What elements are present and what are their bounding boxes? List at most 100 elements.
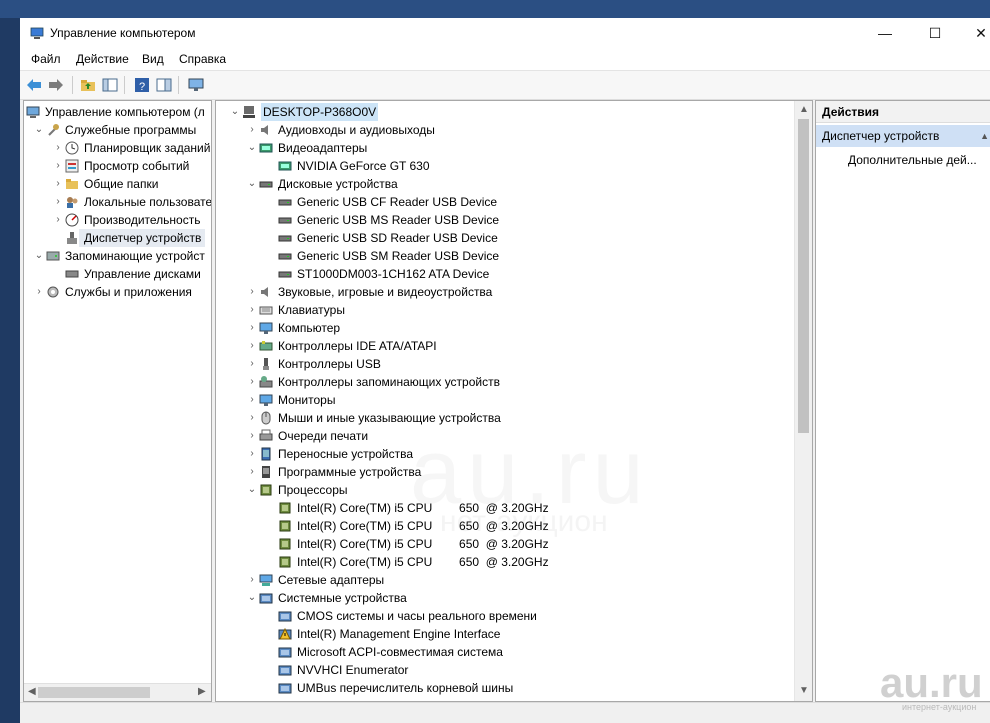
system-device-icon: [259, 593, 273, 604]
scroll-left-icon[interactable]: ◀: [28, 686, 36, 697]
close-button[interactable]: ✕: [958, 18, 990, 48]
chevron-down-icon[interactable]: ⌄: [33, 121, 45, 139]
scroll-thumb[interactable]: [798, 119, 809, 433]
row-label: Общие папки: [84, 177, 159, 191]
row-icon: [259, 573, 273, 587]
scan-hardware-button[interactable]: [186, 75, 206, 95]
scroll-down-icon[interactable]: ▼: [799, 685, 809, 696]
device-item[interactable]: › Мониторы: [216, 391, 812, 409]
device-item[interactable]: Generic USB SM Reader USB Device: [216, 247, 812, 265]
device-item[interactable]: ⌄ Системные устройства: [216, 589, 812, 607]
tree-item[interactable]: › Общие папки: [24, 175, 211, 193]
tree-item[interactable]: › Локальные пользовате: [24, 193, 211, 211]
chevron-right-icon[interactable]: ›: [52, 157, 64, 175]
device-item[interactable]: ST1000DM003-1CH162 ATA Device: [216, 265, 812, 283]
show-hide-tree-button[interactable]: [100, 75, 120, 95]
chevron-down-icon[interactable]: ⌄: [33, 247, 45, 265]
chevron-down-icon[interactable]: ⌄: [246, 589, 258, 607]
chevron-right-icon[interactable]: ›: [52, 175, 64, 193]
minimize-button[interactable]: —: [862, 18, 908, 48]
device-item[interactable]: Microsoft ACPI-совместимая система: [216, 643, 812, 661]
chevron-right-icon[interactable]: ›: [52, 139, 64, 157]
device-item[interactable]: Generic USB MS Reader USB Device: [216, 211, 812, 229]
menu-file[interactable]: Файл: [31, 52, 61, 66]
chevron-right-icon[interactable]: ›: [246, 445, 258, 463]
display-adapter-icon: [259, 143, 273, 153]
chevron-right-icon[interactable]: ›: [246, 337, 258, 355]
vertical-scrollbar[interactable]: ▲ ▼: [794, 101, 812, 701]
menu-help[interactable]: Справка: [179, 52, 226, 66]
menu-action[interactable]: Действие: [76, 52, 129, 66]
properties-button[interactable]: [154, 75, 174, 95]
tree-item[interactable]: › Планировщик заданий: [24, 139, 211, 157]
show-hide-tree-icon: [102, 78, 118, 92]
chevron-right-icon[interactable]: ›: [246, 463, 258, 481]
device-item[interactable]: NVIDIA GeForce GT 630: [216, 157, 812, 175]
au-logo-subtitle: интернет-аукцион: [902, 702, 977, 712]
chevron-down-icon[interactable]: ⌄: [246, 139, 258, 157]
chevron-right-icon[interactable]: ›: [246, 121, 258, 139]
tree-item[interactable]: ⌄ Запоминающие устройст: [24, 247, 211, 265]
tree-item[interactable]: Управление компьютером (л: [24, 103, 211, 121]
device-item[interactable]: › Контроллеры запоминающих устройств: [216, 373, 812, 391]
maximize-button[interactable]: ☐: [912, 18, 958, 48]
device-item[interactable]: › Звуковые, игровые и видеоустройства: [216, 283, 812, 301]
device-item[interactable]: › Клавиатуры: [216, 301, 812, 319]
horizontal-scrollbar[interactable]: ◀ ▶: [24, 683, 211, 701]
tree-item[interactable]: › Производительность: [24, 211, 211, 229]
device-item[interactable]: › Сетевые адаптеры: [216, 571, 812, 589]
chevron-right-icon[interactable]: ›: [246, 391, 258, 409]
forward-button[interactable]: [46, 75, 66, 95]
title-bar[interactable]: Управление компьютером — ☐ ✕: [20, 18, 990, 48]
chevron-down-icon[interactable]: ⌄: [229, 103, 241, 121]
tree-item[interactable]: Управление дисками: [24, 265, 211, 283]
scroll-right-icon[interactable]: ▶: [198, 686, 206, 697]
actions-section-device-manager[interactable]: Диспетчер устройств ▲: [816, 125, 990, 147]
chevron-right-icon[interactable]: ›: [246, 373, 258, 391]
chevron-right-icon[interactable]: ›: [246, 319, 258, 337]
chevron-right-icon[interactable]: ›: [246, 283, 258, 301]
menu-view[interactable]: Вид: [142, 52, 164, 66]
row-label: Управление компьютером (л: [45, 105, 205, 119]
scroll-thumb[interactable]: [38, 687, 150, 698]
tree-item[interactable]: Диспетчер устройств: [24, 229, 211, 247]
device-item[interactable]: Intel(R) Core(TM) i5 CPU 650 @ 3.20GHz: [216, 553, 812, 571]
chevron-down-icon[interactable]: ⌄: [246, 175, 258, 193]
device-item[interactable]: NVVHCI Enumerator: [216, 661, 812, 679]
device-item[interactable]: › Аудиовходы и аудиовыходы: [216, 121, 812, 139]
computer-mgmt-icon: [26, 106, 40, 118]
device-item[interactable]: Intel(R) Management Engine Interface: [216, 625, 812, 643]
more-actions-link[interactable]: Дополнительные дей...: [848, 149, 977, 171]
chevron-right-icon[interactable]: ›: [246, 427, 258, 445]
row-label: Intel(R) Core(TM) i5 CPU 650 @ 3.20GHz: [297, 555, 549, 569]
device-item[interactable]: UMBus перечислитель корневой шины: [216, 679, 812, 697]
help-button[interactable]: ?: [132, 75, 152, 95]
tree-item[interactable]: › Службы и приложения: [24, 283, 211, 301]
device-item[interactable]: › Компьютер: [216, 319, 812, 337]
device-item[interactable]: ⌄ Видеоадаптеры: [216, 139, 812, 157]
device-item[interactable]: ⌄ DESKTOP-P368O0V: [216, 103, 812, 121]
collapse-icon[interactable]: ▲: [980, 125, 989, 147]
chevron-right-icon[interactable]: ›: [52, 211, 64, 229]
chevron-right-icon[interactable]: ›: [33, 283, 45, 301]
row-label: UMBus перечислитель корневой шины: [297, 681, 514, 695]
up-folder-button[interactable]: [78, 75, 98, 95]
chevron-right-icon[interactable]: ›: [246, 301, 258, 319]
device-item[interactable]: Generic USB SD Reader USB Device: [216, 229, 812, 247]
device-item[interactable]: ⌄ Дисковые устройства: [216, 175, 812, 193]
scroll-up-icon[interactable]: ▲: [799, 104, 809, 115]
device-item[interactable]: › Контроллеры IDE ATA/ATAPI: [216, 337, 812, 355]
chevron-right-icon[interactable]: ›: [246, 409, 258, 427]
device-item[interactable]: CMOS системы и часы реального времени: [216, 607, 812, 625]
tree-item[interactable]: › Просмотр событий: [24, 157, 211, 175]
device-item[interactable]: Generic USB CF Reader USB Device: [216, 193, 812, 211]
row-icon: [259, 447, 273, 461]
chevron-right-icon[interactable]: ›: [52, 193, 64, 211]
cpu-icon: [279, 538, 291, 550]
chevron-down-icon[interactable]: ⌄: [246, 481, 258, 499]
tree-item[interactable]: ⌄ Служебные программы: [24, 121, 211, 139]
chevron-right-icon[interactable]: ›: [246, 571, 258, 589]
device-item[interactable]: › Контроллеры USB: [216, 355, 812, 373]
back-button[interactable]: [24, 75, 44, 95]
chevron-right-icon[interactable]: ›: [246, 355, 258, 373]
